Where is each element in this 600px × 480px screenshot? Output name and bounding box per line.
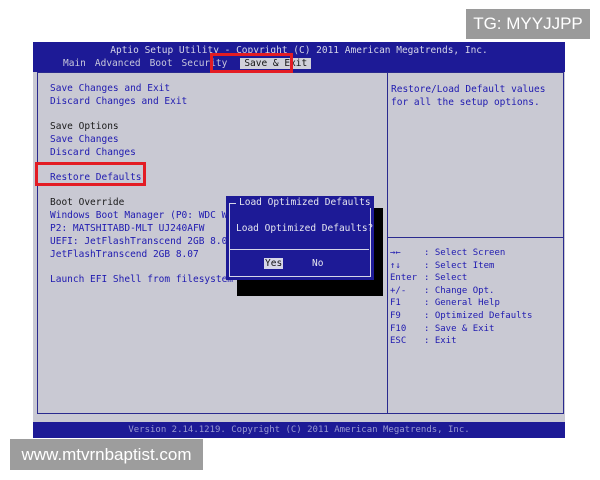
section-heading-save-options: Save Options bbox=[50, 121, 119, 132]
key-legend-key: F9 bbox=[390, 310, 401, 321]
key-legend-key: F1 bbox=[390, 298, 401, 309]
yes-button[interactable]: Yes bbox=[264, 258, 284, 269]
dialog-title: Load Optimized Defaults bbox=[236, 197, 374, 208]
highlight-box-save-exit-tab bbox=[210, 53, 293, 73]
key-legend-desc: : Select bbox=[424, 273, 468, 284]
help-divider bbox=[388, 237, 563, 238]
key-legend-key: Enter bbox=[390, 273, 418, 284]
menu-item-boot-windows-boot-manager[interactable]: Windows Boot Manager (P0: WDC WD7 bbox=[50, 210, 239, 223]
key-legend-row: Enter : Select bbox=[390, 272, 532, 285]
key-legend-desc: : Select Screen bbox=[424, 248, 506, 258]
arrow-up-down-icon: ↑↓ bbox=[390, 260, 401, 271]
key-legend-desc: : Exit bbox=[424, 336, 457, 347]
key-legend-desc: : Save & Exit bbox=[424, 323, 495, 334]
key-legend-key: F10 bbox=[390, 323, 407, 334]
tab-advanced[interactable]: Advanced bbox=[95, 58, 141, 69]
menu-item-boot-p2-matshita[interactable]: P2: MATSHITABD-MLT UJ240AFW bbox=[50, 223, 204, 236]
key-legend-row: F1 : General Help bbox=[390, 297, 532, 310]
key-legend-row: +/- : Change Opt. bbox=[390, 285, 532, 298]
tab-boot[interactable]: Boot bbox=[150, 58, 173, 69]
watermark-url-tag: www.mtvrnbaptist.com bbox=[10, 439, 203, 470]
help-panel: Restore/Load Default values for all the … bbox=[387, 72, 564, 414]
key-legend-key: ESC bbox=[390, 336, 407, 347]
watermark-tag-top: TG: MYYJJPP bbox=[466, 9, 590, 39]
menu-item-discard-changes[interactable]: Discard Changes bbox=[50, 147, 136, 160]
key-legend-row: →← : Select Screen bbox=[390, 247, 532, 260]
menu-item-boot-uefi-jetflash[interactable]: UEFI: JetFlashTranscend 2GB 8.07 bbox=[50, 236, 233, 249]
key-legend-row: ESC : Exit bbox=[390, 335, 532, 348]
key-legend-row: F10 : Save & Exit bbox=[390, 323, 532, 336]
menu-item-save-changes-and-exit[interactable]: Save Changes and Exit bbox=[50, 83, 170, 96]
menu-item-boot-jetflash[interactable]: JetFlashTranscend 2GB 8.07 bbox=[50, 249, 199, 262]
header-bar: Aptio Setup Utility - Copyright (C) 2011… bbox=[33, 42, 565, 72]
key-legend-desc: : General Help bbox=[424, 298, 500, 309]
load-defaults-dialog: Load Optimized Defaults Load Optimized D… bbox=[226, 196, 374, 280]
section-heading-boot-override: Boot Override bbox=[50, 197, 125, 208]
highlight-box-restore-defaults bbox=[35, 162, 146, 186]
dialog-separator bbox=[229, 249, 369, 250]
key-legend-key: +/- bbox=[390, 285, 407, 296]
key-legend: →← : Select Screen ↑↓ : Select Item Enter:… bbox=[390, 247, 532, 348]
dialog-message: Load Optimized Defaults? bbox=[236, 223, 374, 234]
version-footer: Version 2.14.1219. Copyright (C) 2011 Am… bbox=[33, 422, 565, 438]
key-legend-desc: : Optimized Defaults bbox=[424, 310, 533, 321]
key-legend-desc: : Change Opt. bbox=[424, 285, 495, 296]
menu-item-discard-changes-and-exit[interactable]: Discard Changes and Exit bbox=[50, 96, 187, 109]
key-legend-desc: : Select Item bbox=[424, 260, 495, 271]
key-legend-row: F9 : Optimized Defaults bbox=[390, 310, 532, 323]
bios-setup-window: Aptio Setup Utility - Copyright (C) 2011… bbox=[33, 42, 565, 438]
menu-item-save-changes[interactable]: Save Changes bbox=[50, 134, 119, 147]
utility-title: Aptio Setup Utility - Copyright (C) 2011… bbox=[110, 45, 488, 56]
key-legend-row: ↑↓ : Select Item bbox=[390, 260, 532, 273]
arrow-left-right-icon: →← bbox=[390, 248, 401, 258]
no-button[interactable]: No bbox=[312, 258, 323, 269]
menu-item-launch-efi-shell[interactable]: Launch EFI Shell from filesystem bbox=[50, 274, 233, 287]
tab-main[interactable]: Main bbox=[63, 58, 86, 69]
help-text: Restore/Load Default values for all the … bbox=[391, 84, 546, 108]
dialog-frame bbox=[229, 203, 371, 277]
